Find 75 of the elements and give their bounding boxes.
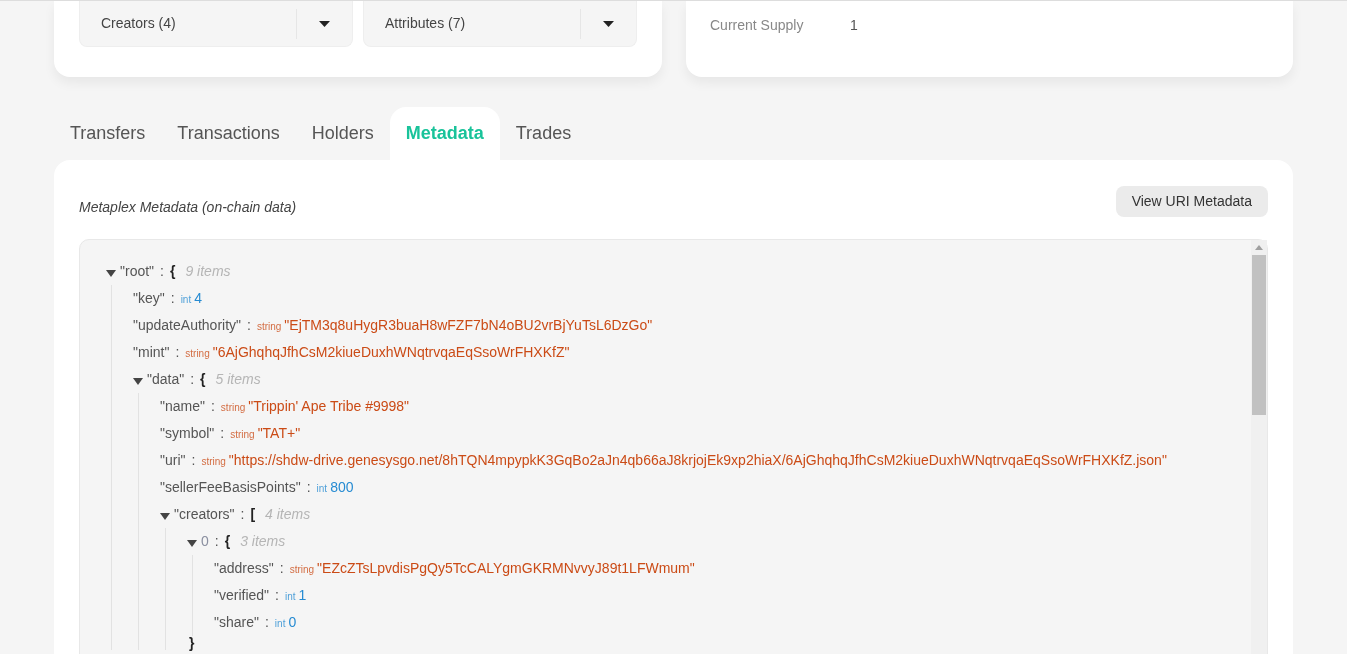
json-colon: :	[175, 343, 180, 362]
json-value: "Trippin' Ape Tribe #9998"	[248, 397, 410, 416]
json-key: "mint"	[133, 342, 170, 363]
scrollbar[interactable]	[1251, 240, 1267, 654]
filter-dropdown[interactable]: Creators (4)	[79, 1, 353, 47]
json-colon: :	[240, 505, 245, 524]
json-value: 800	[330, 478, 354, 497]
json-colon: :	[160, 262, 164, 281]
caret-icon	[603, 20, 614, 27]
json-colon: :	[275, 586, 279, 605]
json-colon: :	[247, 316, 251, 335]
type-label: string	[185, 347, 210, 361]
json-key: "sellerFeeBasisPoints"	[160, 477, 301, 498]
collapse-icon[interactable]	[106, 269, 116, 277]
tab[interactable]: Holders	[295, 107, 390, 160]
json-value: "EjTM3q8uHygR3buaH8wFZF7bN4oBU2vrBjYuTsL6DzGo"	[284, 316, 653, 335]
json-value: "https://shdw-drive.genesysgo.net/8hTQN4mpypkK3GqBo2aJn4qb66aJ8krjojEk9xp2hiaX/6AjGhqhqJfhCsM2kiueDuxhWNqtrvqaEqSsoWrFHXKfZ.json"	[228, 451, 1167, 470]
collapse-icon[interactable]	[160, 512, 170, 520]
json-key: "symbol"	[160, 423, 215, 444]
json-value: "EZcZTsLpvdisPgQy5TcCALYgmGKRMNvvyJ89t1LFWmum"	[317, 559, 695, 578]
item-count: 9 items	[185, 262, 231, 281]
json-colon: :	[306, 478, 311, 497]
json-bracket: }	[189, 635, 195, 651]
tab[interactable]: Trades	[499, 107, 588, 160]
json-bracket: {	[169, 262, 176, 281]
json-colon: :	[210, 397, 215, 416]
json-colon: :	[214, 532, 219, 551]
json-colon: :	[220, 424, 225, 443]
type-label: string	[256, 320, 282, 334]
json-key: "share"	[214, 612, 259, 633]
type-label: string	[289, 563, 315, 577]
json-key: "name"	[160, 396, 205, 417]
json-value: 4	[194, 289, 202, 308]
json-colon: :	[264, 613, 269, 632]
json-colon: :	[190, 370, 195, 389]
item-count: 5 items	[215, 370, 261, 389]
type-label: int	[316, 482, 328, 496]
collapse-icon[interactable]	[187, 539, 197, 547]
type-label: string	[201, 455, 226, 469]
scroll-thumb[interactable]	[1252, 255, 1266, 415]
json-key: "creators"	[174, 504, 235, 525]
view-uri-metadata-button[interactable]: View URI Metadata	[1115, 186, 1268, 217]
json-key: "key"	[133, 288, 165, 309]
json-colon: :	[170, 289, 175, 308]
json-bracket: {	[200, 370, 206, 389]
json-key: 0	[201, 531, 209, 552]
item-count: 3 items	[240, 532, 286, 551]
caret-icon	[319, 20, 330, 27]
section-title: Metaplex Metadata (on-chain data)	[79, 198, 297, 217]
json-value: 1	[298, 586, 307, 605]
json-value: 0	[288, 613, 297, 632]
json-bracket: [	[250, 505, 256, 524]
json-bracket: {	[224, 532, 231, 551]
type-label: string	[220, 401, 246, 415]
filter-dropdown[interactable]: Attributes (7)	[363, 1, 637, 47]
supply-label: Current Supply	[710, 16, 805, 35]
type-label: int	[274, 617, 286, 631]
json-key: "updateAuthority"	[133, 315, 241, 336]
tab[interactable]: Transfers	[54, 107, 162, 160]
item-count: 4 items	[265, 505, 311, 524]
json-value: "TAT+"	[257, 424, 301, 443]
type-label: int	[180, 293, 192, 307]
supply-value: 1	[850, 16, 858, 35]
json-colon: :	[191, 451, 196, 470]
tab[interactable]: Transactions	[161, 107, 296, 160]
json-value: "6AjGhqhqJfhCsM2kiueDuxhWNqtrvqaEqSsoWrFHXKfZ"	[212, 343, 570, 362]
json-key: "verified"	[214, 585, 270, 606]
json-key: "root"	[120, 261, 155, 282]
json-key: "address"	[214, 558, 274, 579]
type-label: string	[230, 428, 255, 442]
type-label: int	[284, 590, 296, 604]
collapse-icon[interactable]	[133, 377, 143, 385]
json-key: "data"	[147, 369, 185, 390]
json-key: "uri"	[160, 450, 186, 471]
json-colon: :	[279, 559, 284, 578]
